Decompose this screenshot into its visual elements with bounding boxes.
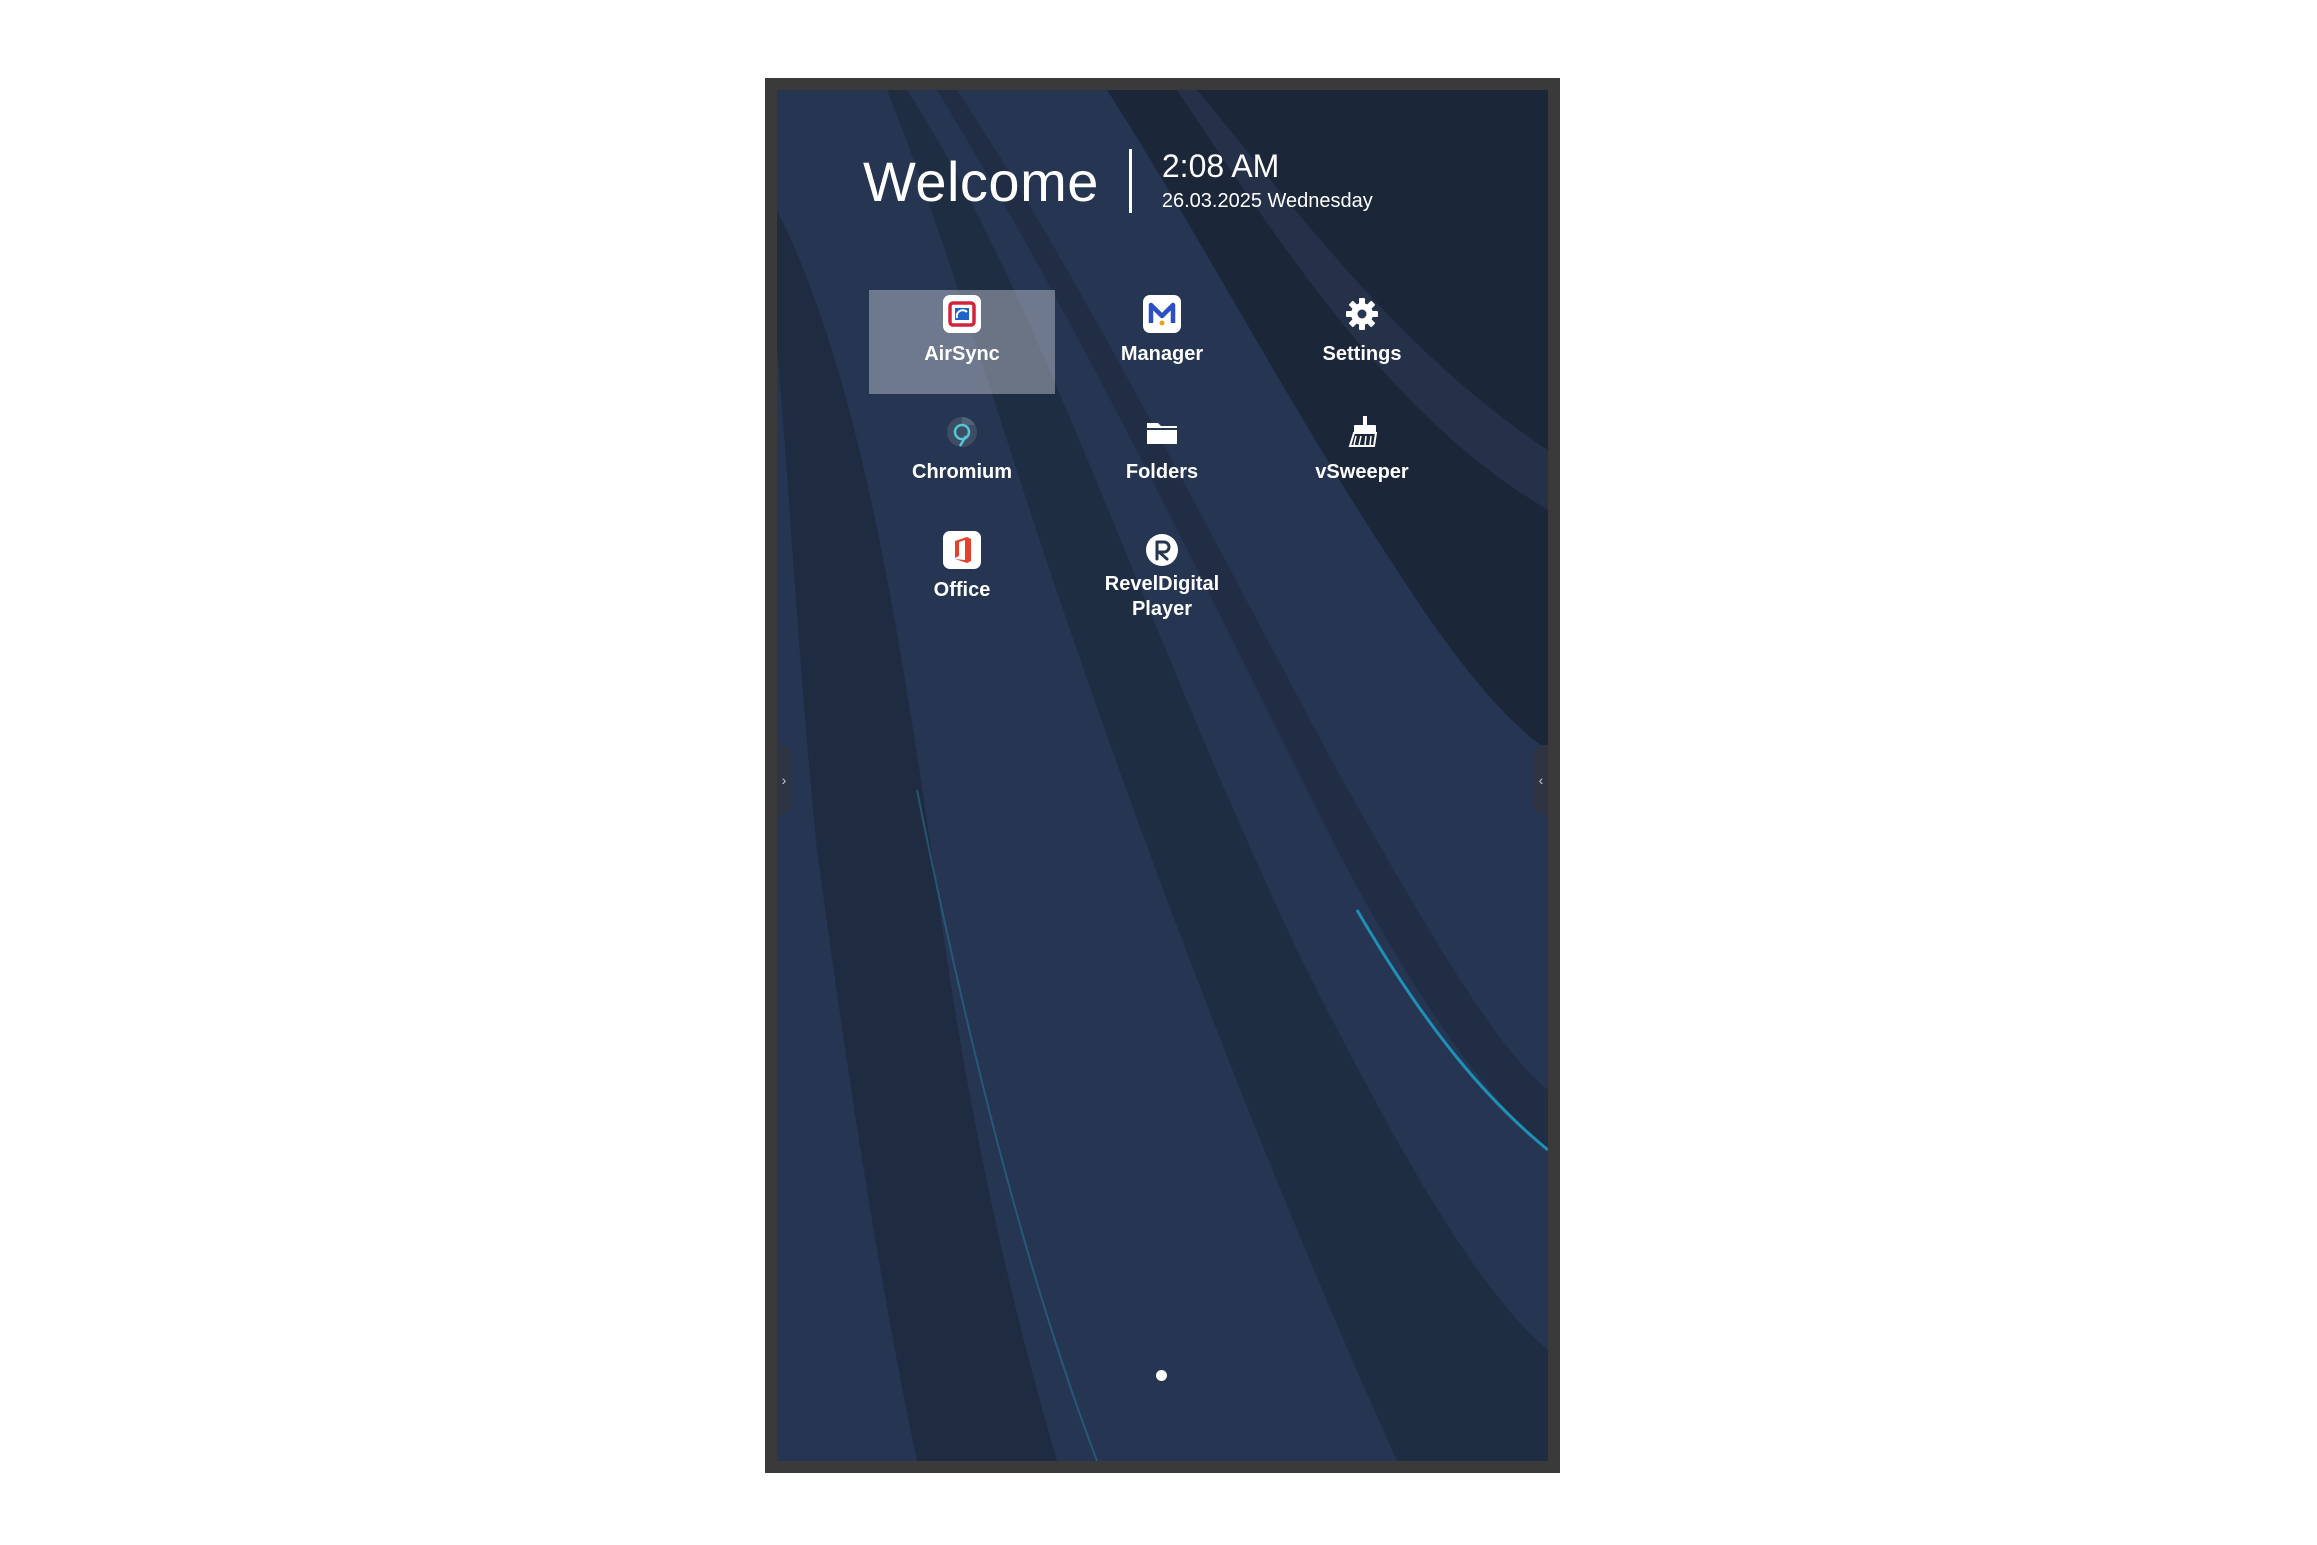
- app-label: vSweeper: [1315, 461, 1409, 483]
- app-folders[interactable]: Folders: [1069, 408, 1255, 512]
- app-label: Office: [933, 579, 991, 601]
- app-office[interactable]: Office: [869, 526, 1055, 630]
- broom-icon: [1342, 412, 1382, 452]
- left-edge-panel-handle[interactable]: ›: [777, 745, 791, 815]
- app-label: Manager: [1120, 343, 1204, 365]
- clock-widget: 2:08 AM 26.03.2025 Wednesday: [1162, 148, 1373, 214]
- clock-time: 2:08 AM: [1161, 148, 1280, 184]
- app-chromium[interactable]: Chromium: [869, 408, 1055, 512]
- home-screen: Welcome 2:08 AM 26.03.2025 Wednesday Air…: [777, 90, 1548, 1461]
- page-indicator-dot[interactable]: [1156, 1370, 1167, 1381]
- app-label: RevelDigital Player: [1104, 573, 1220, 620]
- app-vsweeper[interactable]: vSweeper: [1269, 408, 1455, 512]
- display-bezel: Welcome 2:08 AM 26.03.2025 Wednesday Air…: [765, 78, 1560, 1473]
- reveldigital-icon: [1142, 530, 1182, 570]
- app-label: Settings: [1322, 343, 1402, 365]
- folder-icon: [1142, 412, 1182, 452]
- app-reveldigital-player[interactable]: RevelDigital Player: [1069, 526, 1255, 656]
- app-label: Chromium: [912, 461, 1012, 483]
- header-divider: [1128, 149, 1132, 213]
- app-label: AirSync: [924, 343, 1000, 365]
- gear-icon: [1342, 294, 1382, 334]
- welcome-title: Welcome: [863, 149, 1099, 213]
- app-airsync[interactable]: AirSync: [869, 290, 1055, 394]
- right-edge-panel-handle[interactable]: ‹: [1534, 745, 1548, 815]
- app-settings[interactable]: Settings: [1269, 290, 1455, 394]
- airsync-icon: [942, 294, 982, 334]
- app-label: Folders: [1125, 461, 1199, 483]
- manager-icon: [1142, 294, 1182, 334]
- office-icon: [942, 530, 982, 570]
- clock-date: 26.03.2025 Wednesday: [1161, 190, 1373, 212]
- home-header: Welcome 2:08 AM 26.03.2025 Wednesday: [863, 148, 1373, 214]
- app-manager[interactable]: Manager: [1069, 290, 1255, 394]
- chromium-icon: [942, 412, 982, 452]
